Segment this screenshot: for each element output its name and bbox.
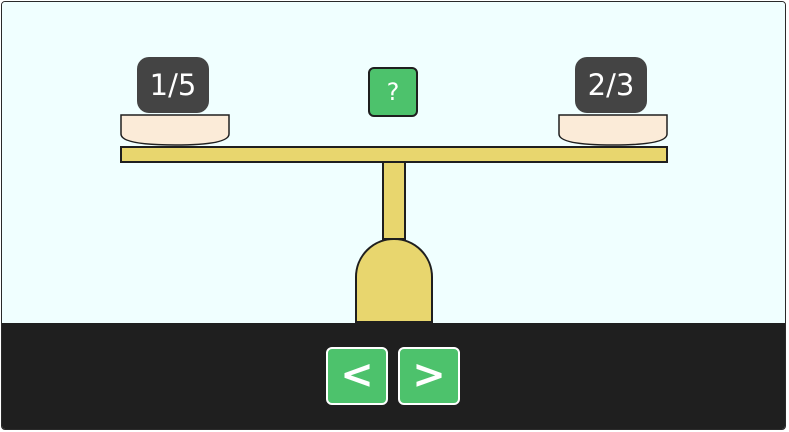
previous-button[interactable]: < [326, 347, 388, 405]
compare-button[interactable]: ? [368, 67, 418, 117]
scale-base [355, 238, 433, 323]
right-pan [558, 114, 668, 146]
balance-scale [120, 114, 668, 323]
right-weight-tile: 2/3 [575, 57, 647, 113]
left-pan [120, 114, 230, 146]
next-button[interactable]: > [398, 347, 460, 405]
scale-beam [120, 146, 668, 163]
scale-post [382, 160, 406, 240]
left-weight-tile: 1/5 [137, 57, 209, 113]
